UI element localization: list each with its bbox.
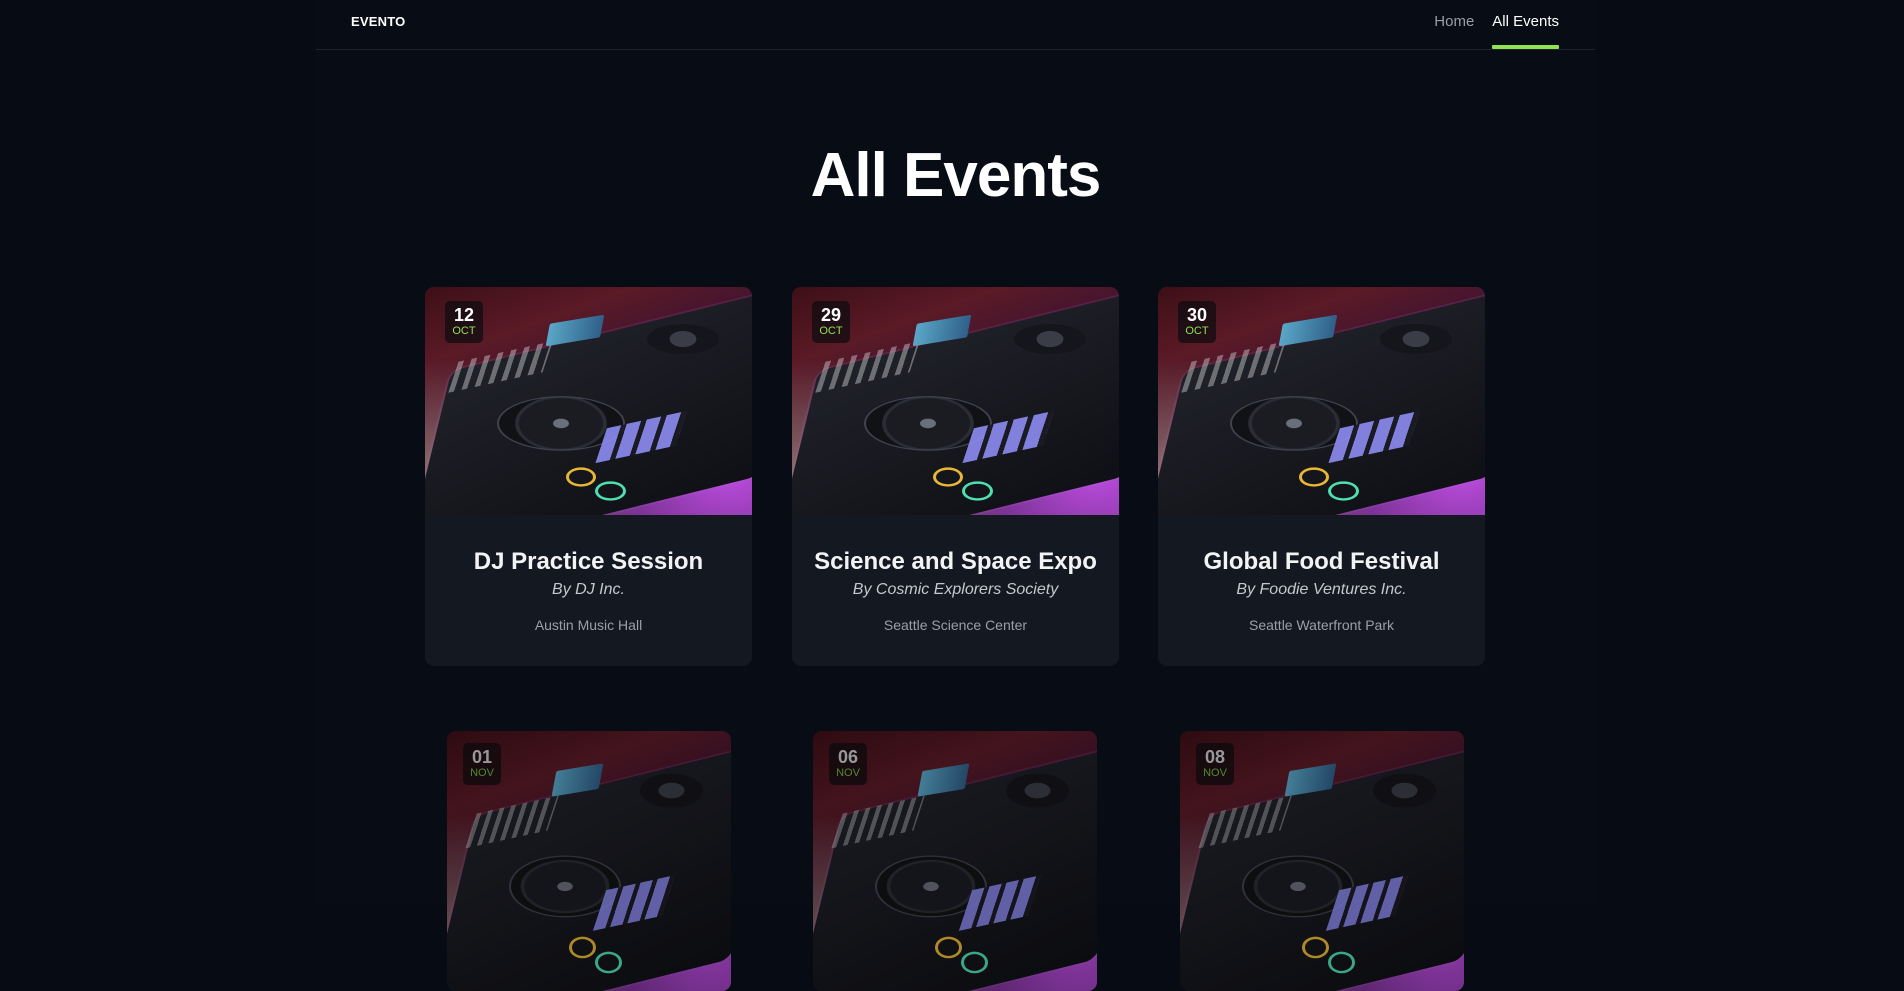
event-organizer: By DJ Inc. xyxy=(552,581,625,598)
event-date-badge: 08 NOV xyxy=(1196,743,1234,785)
nav-home-link[interactable]: Home xyxy=(1434,0,1474,49)
event-title[interactable]: Global Food Festival xyxy=(1158,548,1485,576)
event-card[interactable]: 08 NOV xyxy=(1180,731,1464,991)
event-date-badge: 30 OCT xyxy=(1178,301,1216,343)
event-month: NOV xyxy=(470,767,494,779)
event-date-badge: 06 NOV xyxy=(829,743,867,785)
event-day: 06 xyxy=(837,747,859,767)
event-location: Seattle Science Center xyxy=(883,617,1028,633)
event-day: 01 xyxy=(471,747,493,767)
event-image: 30 OCT xyxy=(1158,287,1485,515)
event-date-badge: 29 OCT xyxy=(812,301,850,343)
event-image: 06 NOV xyxy=(813,731,1097,991)
page-title: All Events xyxy=(810,141,1102,210)
event-month: OCT xyxy=(452,325,476,337)
event-location: Austin Music Hall xyxy=(534,617,643,633)
event-date-badge: 12 OCT xyxy=(445,301,483,343)
page-shell: EVENTO Home All Events All Events 12 OCT… xyxy=(316,0,1595,991)
event-card[interactable]: 01 NOV xyxy=(447,731,731,991)
event-title[interactable]: Science and Space Expo xyxy=(792,548,1119,576)
event-card[interactable]: 29 OCT Science and Space Expo By Cosmic … xyxy=(792,287,1119,666)
event-day: 30 xyxy=(1186,305,1208,325)
event-image: 01 NOV xyxy=(447,731,731,991)
logo[interactable]: EVENTO xyxy=(351,14,405,29)
event-title[interactable]: DJ Practice Session xyxy=(425,548,752,576)
event-day: 12 xyxy=(453,305,475,325)
event-location: Seattle Waterfront Park xyxy=(1249,617,1394,633)
event-day: 08 xyxy=(1204,747,1226,767)
event-image: 08 NOV xyxy=(1180,731,1464,991)
top-navbar: EVENTO Home All Events xyxy=(316,0,1595,50)
event-month: OCT xyxy=(1185,325,1209,337)
event-organizer: By Cosmic Explorers Society xyxy=(852,581,1059,598)
event-image: 12 OCT xyxy=(425,287,752,515)
event-card[interactable]: 30 OCT Global Food Festival By Foodie Ve… xyxy=(1158,287,1485,666)
event-month: NOV xyxy=(836,767,860,779)
event-organizer: By Foodie Ventures Inc. xyxy=(1236,581,1407,598)
event-card[interactable]: 12 OCT DJ Practice Session By DJ Inc. Au… xyxy=(425,287,752,666)
event-date-badge: 01 NOV xyxy=(463,743,501,785)
event-month: NOV xyxy=(1203,767,1227,779)
event-image: 29 OCT xyxy=(792,287,1119,515)
nav-all-events-link[interactable]: All Events xyxy=(1492,0,1559,49)
event-card[interactable]: 06 NOV xyxy=(813,731,1097,991)
main-nav: Home All Events xyxy=(1434,0,1559,49)
event-month: OCT xyxy=(819,325,843,337)
event-day: 29 xyxy=(820,305,842,325)
